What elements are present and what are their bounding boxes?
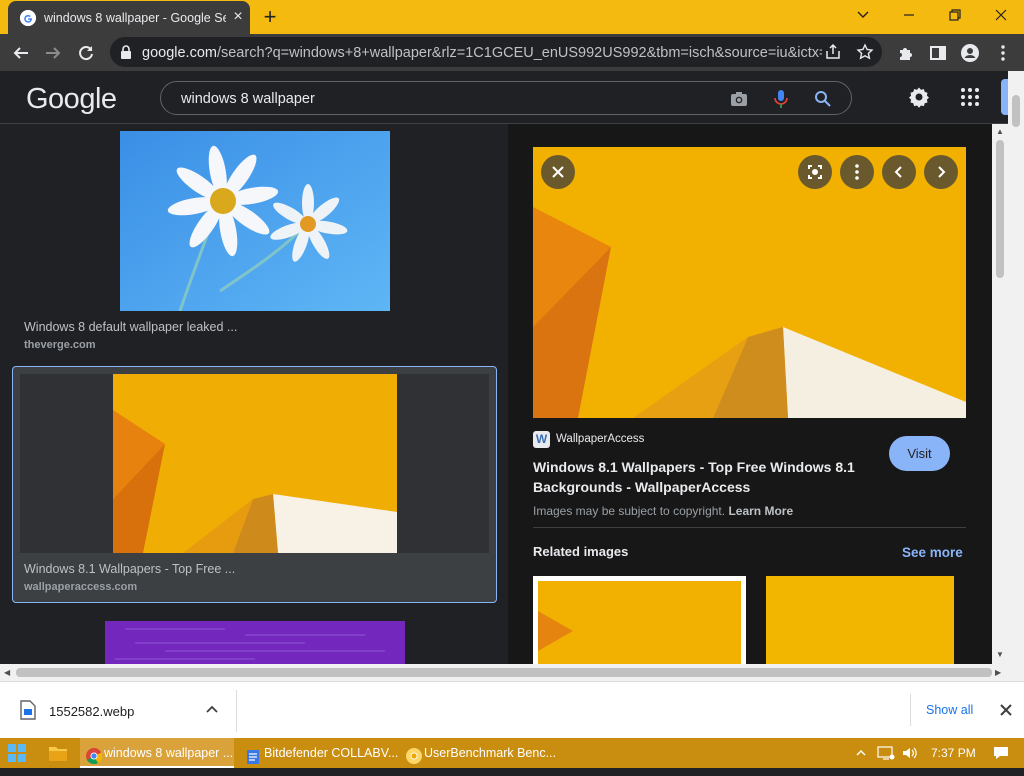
result-caption[interactable]: Windows 8 default wallpaper leaked ... xyxy=(24,320,237,334)
windows-start-icon[interactable] xyxy=(8,744,26,767)
tab-close-icon[interactable]: × xyxy=(230,9,246,25)
google-apps-grid-icon[interactable] xyxy=(960,87,980,112)
voice-search-mic-icon[interactable] xyxy=(773,89,789,114)
google-favicon-icon xyxy=(20,10,36,26)
result-caption[interactable]: Windows 8.1 Wallpapers - Top Free ... xyxy=(24,562,235,576)
result-source[interactable]: wallpaperaccess.com xyxy=(24,581,137,593)
show-hidden-icons-chevron-icon[interactable] xyxy=(855,746,867,764)
chrome-icon xyxy=(406,745,422,775)
browser-title-bar: windows 8 wallpaper - Google Se × + xyxy=(0,0,1024,34)
close-preview-icon[interactable] xyxy=(541,155,575,189)
image-results-grid: Windows 8 default wallpaper leaked ... t… xyxy=(0,124,508,664)
site-logo-icon: W xyxy=(533,431,550,448)
search-input[interactable]: windows 8 wallpaper xyxy=(160,81,852,115)
thumbnail-frame xyxy=(20,374,489,553)
page-vertical-scrollbar[interactable] xyxy=(1008,71,1024,681)
scrollbar-thumb[interactable] xyxy=(1012,95,1020,127)
download-file-name[interactable]: 1552582.webp xyxy=(49,704,134,719)
side-panel-icon[interactable] xyxy=(925,40,951,66)
lens-search-icon[interactable] xyxy=(798,155,832,189)
scroll-down-arrow-icon[interactable]: ▼ xyxy=(996,650,1004,659)
scrollbar-thumb[interactable] xyxy=(996,140,1004,278)
search-query-text[interactable]: windows 8 wallpaper xyxy=(181,91,315,107)
close-download-bar-icon[interactable] xyxy=(997,701,1015,724)
browser-menu-kebab-icon[interactable] xyxy=(990,40,1016,66)
forward-arrow-icon[interactable] xyxy=(40,40,66,66)
google-header: Google windows 8 wallpaper xyxy=(0,71,1008,124)
document-icon xyxy=(246,746,260,776)
restore-button[interactable] xyxy=(940,4,970,26)
url-text[interactable]: google.com/search?q=windows+8+wallpaper&… xyxy=(142,45,822,61)
network-icon[interactable] xyxy=(877,745,895,766)
extensions-puzzle-icon[interactable] xyxy=(893,40,919,66)
sign-in-button-edge[interactable] xyxy=(1001,79,1008,115)
scroll-right-arrow-icon[interactable]: ▶ xyxy=(995,668,1001,677)
previous-image-chevron-icon[interactable] xyxy=(882,155,916,189)
lock-icon[interactable] xyxy=(120,44,132,65)
close-window-button[interactable] xyxy=(986,4,1016,26)
file-explorer-icon[interactable] xyxy=(48,744,68,767)
chrome-icon xyxy=(86,745,103,775)
back-arrow-icon[interactable] xyxy=(8,40,34,66)
browser-toolbar: google.com/search?q=windows+8+wallpaper&… xyxy=(0,34,1024,71)
result-thumbnail-daisies[interactable] xyxy=(120,131,390,312)
result-thumbnail-orange-wallpaper[interactable] xyxy=(113,374,397,553)
result-card-selected[interactable]: Windows 8.1 Wallpapers - Top Free ... wa… xyxy=(12,366,497,603)
site-name[interactable]: WallpaperAccess xyxy=(556,433,644,445)
browser-tab-active[interactable]: windows 8 wallpaper - Google Se × xyxy=(8,1,250,34)
copyright-notice: Images may be subject to copyright. Lear… xyxy=(533,504,794,518)
related-image-thumb[interactable] xyxy=(533,576,746,664)
download-bar: 1552582.webp Show all xyxy=(0,681,1024,738)
share-icon[interactable] xyxy=(824,43,842,66)
new-tab-button[interactable]: + xyxy=(258,6,282,28)
learn-more-link[interactable]: Learn More xyxy=(728,504,793,518)
visit-button[interactable]: Visit xyxy=(889,436,950,471)
taskbar-item-userbenchmark[interactable]: UserBenchmark Benc... xyxy=(400,738,556,768)
tab-title: windows 8 wallpaper - Google Se xyxy=(44,11,226,25)
see-more-link[interactable]: See more xyxy=(902,545,963,560)
divider xyxy=(910,694,911,726)
search-icon[interactable] xyxy=(813,89,833,114)
next-image-chevron-icon[interactable] xyxy=(924,155,958,189)
show-all-downloads-link[interactable]: Show all xyxy=(926,703,973,717)
download-options-chevron-icon[interactable] xyxy=(204,702,220,723)
google-logo[interactable]: Google xyxy=(26,83,117,116)
address-bar[interactable]: google.com/search?q=windows+8+wallpaper&… xyxy=(110,37,882,67)
minimize-button[interactable] xyxy=(894,4,924,26)
related-images-heading: Related images xyxy=(533,544,629,559)
divider xyxy=(236,690,237,732)
bookmark-star-icon[interactable] xyxy=(856,43,874,66)
profile-avatar-icon[interactable] xyxy=(957,40,983,66)
volume-speaker-icon[interactable] xyxy=(901,745,919,766)
scrollbar-thumb[interactable] xyxy=(16,668,992,677)
image-preview-panel: W WallpaperAccess Windows 8.1 Wallpapers… xyxy=(508,124,992,664)
divider xyxy=(533,527,966,528)
taskbar-item-chrome[interactable]: windows 8 wallpaper ... xyxy=(80,738,234,768)
settings-gear-icon[interactable] xyxy=(907,85,931,114)
taskbar-item-bitdefender[interactable]: Bitdefender COLLABV... xyxy=(240,738,398,768)
reload-icon[interactable] xyxy=(73,40,99,66)
tab-search-chevron-icon[interactable] xyxy=(848,4,878,26)
file-icon xyxy=(20,700,36,725)
scroll-left-arrow-icon[interactable]: ◀ xyxy=(4,668,10,677)
result-source[interactable]: theverge.com xyxy=(24,339,96,351)
panel-vertical-scrollbar[interactable]: ▲ ▼ xyxy=(992,124,1008,664)
more-options-kebab-icon[interactable] xyxy=(840,155,874,189)
result-thumbnail-purple[interactable] xyxy=(105,621,405,664)
preview-title-link[interactable]: Windows 8.1 Wallpapers - Top Free Window… xyxy=(533,457,873,497)
notifications-icon[interactable] xyxy=(992,745,1010,766)
camera-search-icon[interactable] xyxy=(729,89,749,114)
scroll-up-arrow-icon[interactable]: ▲ xyxy=(996,127,1004,136)
horizontal-scrollbar[interactable]: ◀ ▶ xyxy=(0,664,1008,681)
system-clock[interactable]: 7:37 PM xyxy=(931,738,976,768)
related-image-thumb[interactable] xyxy=(766,576,954,664)
windows-taskbar: windows 8 wallpaper ... Bitdefender COLL… xyxy=(0,738,1024,768)
